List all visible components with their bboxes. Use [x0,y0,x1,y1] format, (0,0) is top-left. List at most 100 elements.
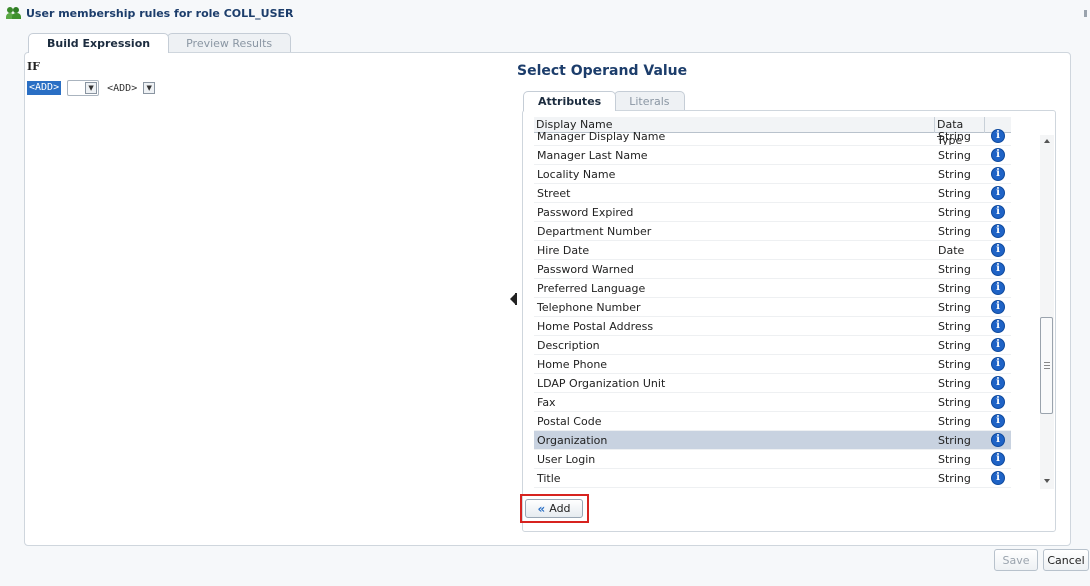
chevron-down-icon[interactable]: ▼ [85,82,98,94]
attribute-display-name: Password Expired [537,205,634,219]
table-row[interactable]: LDAP Organization Unit String i [534,374,1011,393]
left-operand-token[interactable]: <ADD> [27,81,62,95]
info-icon[interactable]: i [991,357,1005,371]
scroll-up-icon[interactable] [1044,139,1050,143]
info-cell: i [985,452,1011,466]
table-row[interactable]: Password Warned String i [534,260,1011,279]
attribute-data-type: String [938,300,971,314]
info-icon[interactable]: i [991,129,1005,143]
table-row[interactable]: Telephone Number String i [534,298,1011,317]
info-icon[interactable]: i [991,243,1005,257]
info-cell: i [985,319,1011,333]
add-button-label: Add [549,502,571,515]
info-cell: i [985,205,1011,219]
info-icon[interactable]: i [991,205,1005,219]
attribute-data-type: String [938,338,971,352]
tab-attributes[interactable]: Attributes [523,91,617,111]
attribute-display-name: Manager Last Name [537,148,648,162]
info-icon[interactable]: i [991,148,1005,162]
table-row[interactable]: Fax String i [534,393,1011,412]
operand-tab-bar: Attributes Literals [523,91,685,111]
table-row[interactable]: Preferred Language String i [534,279,1011,298]
attribute-display-name: Password Warned [537,262,634,276]
info-icon[interactable]: i [991,224,1005,238]
info-cell: i [985,433,1011,447]
attribute-display-name: Home Postal Address [537,319,654,333]
info-cell: i [985,338,1011,352]
info-icon[interactable]: i [991,452,1005,466]
attribute-data-type: String [938,395,971,409]
scroll-thumb[interactable] [1040,317,1053,414]
table-row[interactable]: Manager Display Name String i [534,127,1011,146]
table-row[interactable]: Title String i [534,469,1011,488]
attribute-data-type: String [938,262,971,276]
if-keyword: IF [27,60,40,73]
table-scrollbar[interactable] [1040,135,1054,489]
add-button[interactable]: « Add [525,499,583,518]
info-icon[interactable]: i [991,186,1005,200]
info-icon[interactable]: i [991,395,1005,409]
info-icon[interactable]: i [991,262,1005,276]
table-row[interactable]: Department Number String i [534,222,1011,241]
info-cell: i [985,376,1011,390]
info-cell: i [985,300,1011,314]
table-row[interactable]: Password Expired String i [534,203,1011,222]
info-icon[interactable]: i [991,433,1005,447]
info-cell: i [985,395,1011,409]
info-cell: i [985,414,1011,428]
info-cell: i [985,357,1011,371]
double-chevron-left-icon: « [537,501,546,516]
dialog-title: User membership rules for role COLL_USER [26,6,294,20]
info-icon[interactable]: i [991,319,1005,333]
expression-row: <ADD> ▼ <ADD> ▼ [27,80,156,96]
attribute-data-type: String [938,433,971,447]
tab-build-expression[interactable]: Build Expression [28,33,170,53]
attribute-display-name: Organization [537,433,608,447]
info-cell: i [985,129,1011,143]
info-cell: i [985,281,1011,295]
attribute-display-name: Street [537,186,571,200]
table-row[interactable]: Manager Last Name String i [534,146,1011,165]
info-icon[interactable]: i [991,167,1005,181]
table-row[interactable]: Locality Name String i [534,165,1011,184]
info-icon[interactable]: i [991,281,1005,295]
info-icon[interactable]: i [991,414,1005,428]
attribute-display-name: User Login [537,452,596,466]
attribute-display-name: Home Phone [537,357,608,371]
info-cell: i [985,148,1011,162]
right-operand-token[interactable]: <ADD> [107,83,137,94]
info-icon[interactable]: i [991,300,1005,314]
table-row[interactable]: User Login String i [534,450,1011,469]
info-cell: i [985,262,1011,276]
table-row[interactable]: Description String i [534,336,1011,355]
attribute-data-type: String [938,281,971,295]
table-row[interactable]: Street String i [534,184,1011,203]
tab-preview-results[interactable]: Preview Results [167,33,292,53]
info-icon[interactable]: i [991,471,1005,485]
tab-literals[interactable]: Literals [614,91,685,111]
attribute-display-name: Preferred Language [537,281,646,295]
right-operand-dropdown-icon[interactable]: ▼ [143,82,156,94]
roles-icon [6,6,22,20]
save-button[interactable]: Save [994,549,1038,571]
table-row[interactable]: Organization String i [534,431,1011,450]
info-icon[interactable]: i [991,376,1005,390]
table-row[interactable]: Home Phone String i [534,355,1011,374]
info-cell: i [985,167,1011,181]
attribute-display-name: Department Number [537,224,652,238]
scroll-down-icon[interactable] [1044,479,1050,483]
attribute-display-name: Fax [537,395,556,409]
attribute-data-type: String [938,205,971,219]
table-row[interactable]: Postal Code String i [534,412,1011,431]
cancel-button[interactable]: Cancel [1043,549,1089,571]
attribute-data-type: String [938,319,971,333]
table-row[interactable]: Home Postal Address String i [534,317,1011,336]
attribute-display-name: Manager Display Name [537,129,666,143]
table-row[interactable]: Hire Date Date i [534,241,1011,260]
attribute-display-name: LDAP Organization Unit [537,376,666,390]
splitter-bar[interactable] [515,293,517,305]
attribute-data-type: String [938,129,971,143]
info-icon[interactable]: i [991,338,1005,352]
attribute-data-type: String [938,376,971,390]
operator-select[interactable]: ▼ [67,80,100,96]
